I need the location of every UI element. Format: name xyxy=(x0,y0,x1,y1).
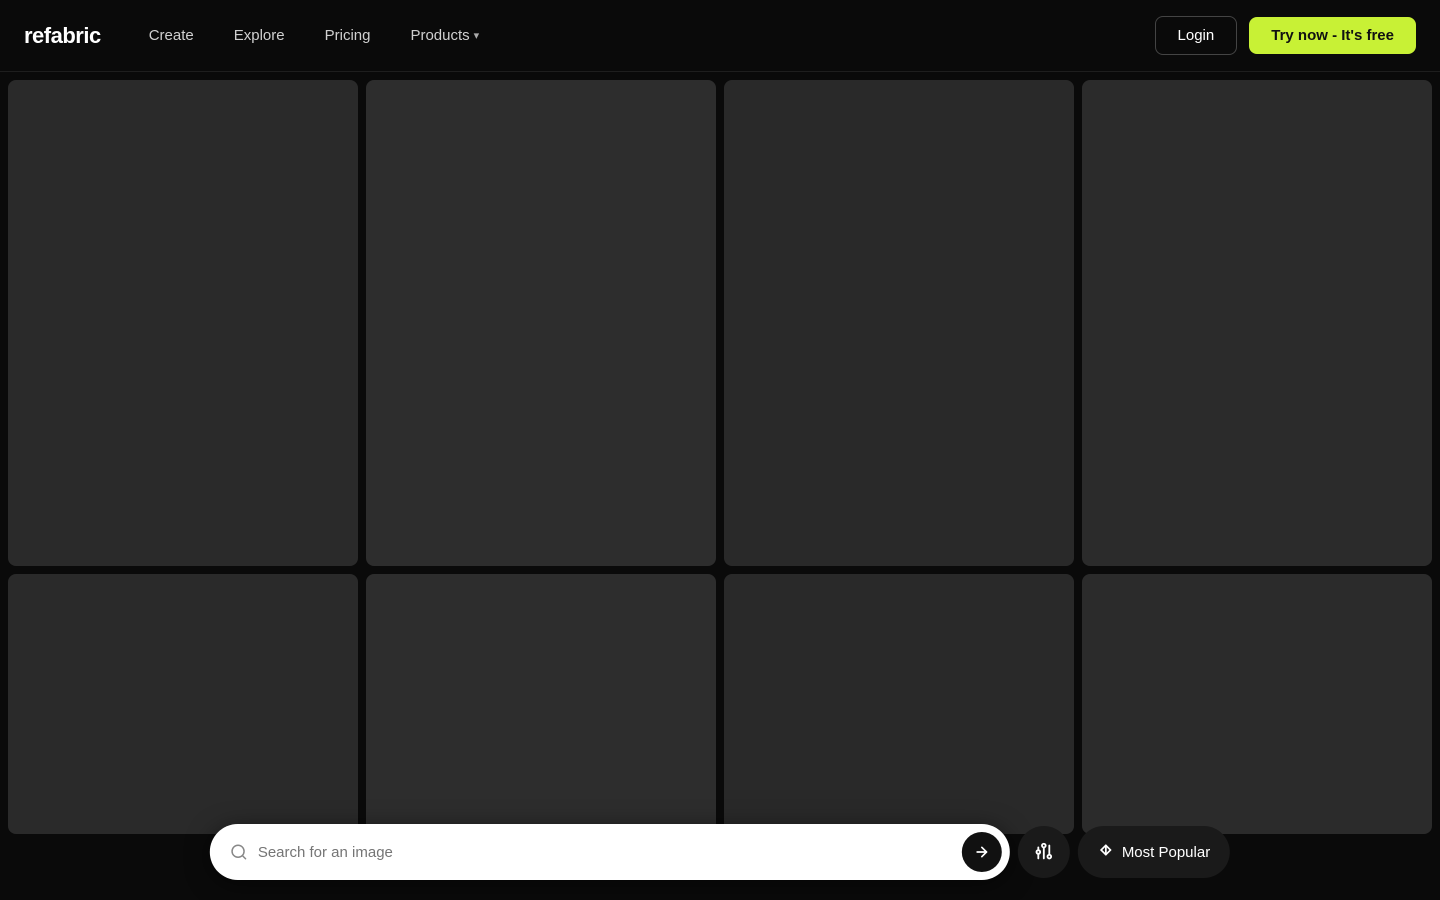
bottom-bar: Most Popular xyxy=(210,824,1230,880)
grid-cell-r1c0 xyxy=(8,574,358,834)
grid-cell-r1c2 xyxy=(724,574,1074,834)
navbar: refabric Create Explore Pricing Products… xyxy=(0,0,1440,72)
grid-cell-r1c1 xyxy=(366,574,716,834)
try-now-button[interactable]: Try now - It's free xyxy=(1249,17,1416,54)
nav-pricing[interactable]: Pricing xyxy=(309,19,387,52)
grid-cell-r0c2 xyxy=(724,80,1074,566)
nav-links: Create Explore Pricing Products ▾ xyxy=(133,19,1155,52)
chevron-down-icon: ▾ xyxy=(474,29,480,42)
brand-logo[interactable]: refabric xyxy=(24,23,101,49)
search-container xyxy=(210,824,1010,880)
login-button[interactable]: Login xyxy=(1155,16,1238,55)
grid-cell-r0c3 xyxy=(1082,80,1432,566)
search-submit-button[interactable] xyxy=(962,832,1002,872)
nav-actions: Login Try now - It's free xyxy=(1155,16,1416,55)
sort-icon xyxy=(1098,842,1114,863)
nav-create[interactable]: Create xyxy=(133,19,210,52)
grid-cell-r0c0 xyxy=(8,80,358,566)
sort-label: Most Popular xyxy=(1122,844,1210,861)
search-input[interactable] xyxy=(258,844,962,861)
nav-explore[interactable]: Explore xyxy=(218,19,301,52)
filter-button[interactable] xyxy=(1018,826,1070,878)
image-grid xyxy=(0,72,1440,842)
nav-products[interactable]: Products ▾ xyxy=(394,19,495,52)
search-icon xyxy=(230,843,248,861)
sort-button[interactable]: Most Popular xyxy=(1078,826,1230,878)
grid-cell-r0c1 xyxy=(366,80,716,566)
grid-cell-r1c3 xyxy=(1082,574,1432,834)
